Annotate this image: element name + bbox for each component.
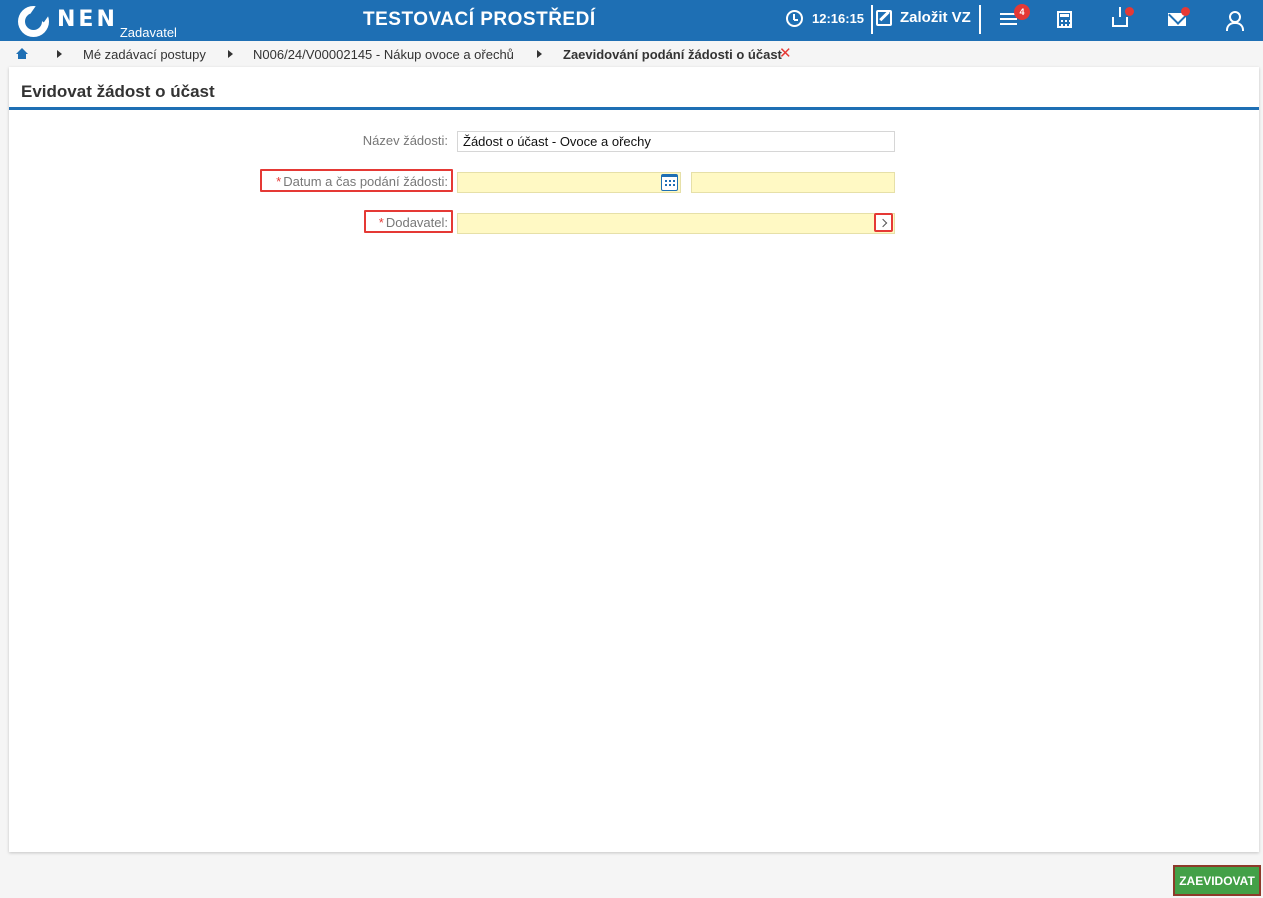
breadcrumb-arrow-icon — [57, 50, 62, 58]
form-panel: Evidovat žádost o účast Název žádosti: *… — [9, 67, 1259, 852]
breadcrumb: Mé zadávací postupy N006/24/V00002145 - … — [0, 41, 1263, 67]
time-input[interactable] — [691, 172, 895, 193]
title-divider — [9, 107, 1259, 110]
divider — [979, 5, 981, 34]
inbox-icon[interactable] — [1112, 7, 1128, 27]
required-star: * — [276, 174, 282, 189]
inbox-alert-dot — [1125, 7, 1134, 16]
top-bar: NEN Zadavatel TESTOVACÍ PROSTŘEDÍ 12:16:… — [0, 0, 1263, 41]
name-input[interactable] — [457, 131, 895, 152]
submit-button[interactable]: ZAEVIDOVAT — [1173, 865, 1261, 896]
divider — [871, 5, 873, 34]
breadcrumb-current: Zaevidování podání žádosti o účast — [563, 47, 782, 62]
mail-alert-dot — [1181, 7, 1190, 16]
breadcrumb-arrow-icon — [228, 50, 233, 58]
breadcrumb-arrow-icon — [537, 50, 542, 58]
date-input[interactable] — [457, 172, 681, 193]
environment-title: TESTOVACÍ PROSTŘEDÍ — [363, 9, 596, 30]
calculator-icon[interactable] — [1057, 11, 1072, 28]
breadcrumb-item[interactable]: N006/24/V00002145 - Nákup ovoce a ořechů — [253, 47, 514, 62]
nen-logo[interactable]: NEN Zadavatel — [18, 4, 177, 40]
supplier-input[interactable] — [457, 213, 895, 234]
home-icon[interactable] — [16, 48, 28, 59]
supplier-label: * Dodavatel: — [379, 215, 448, 230]
clock-icon — [786, 10, 803, 27]
page-title: Evidovat žádost o účast — [21, 82, 215, 101]
session-clock: 12:16:15 — [786, 10, 864, 27]
create-vz-button[interactable]: Založit VZ — [876, 9, 971, 26]
edit-icon — [876, 9, 892, 26]
breadcrumb-item[interactable]: Mé zadávací postupy — [83, 47, 206, 62]
datetime-label-text: Datum a čas podání žádosti: — [283, 174, 448, 189]
clock-time: 12:16:15 — [812, 11, 865, 26]
name-label: Název žádosti: — [362, 133, 448, 148]
supplier-label-text: Dodavatel: — [385, 215, 448, 230]
chevron-right-icon[interactable] — [874, 213, 893, 232]
create-vz-label: Založit VZ — [900, 9, 971, 26]
datetime-label: * Datum a čas podání žádosti: — [276, 174, 448, 189]
nen-logo-icon — [18, 6, 49, 37]
close-icon[interactable]: ✕ — [779, 44, 792, 62]
required-star: * — [378, 215, 384, 230]
calendar-icon[interactable] — [661, 174, 678, 191]
user-icon[interactable] — [1224, 10, 1244, 31]
logo-text: NEN — [57, 7, 118, 32]
logo-subtitle: Zadavatel — [119, 25, 177, 40]
notification-badge: 4 — [1014, 4, 1030, 20]
